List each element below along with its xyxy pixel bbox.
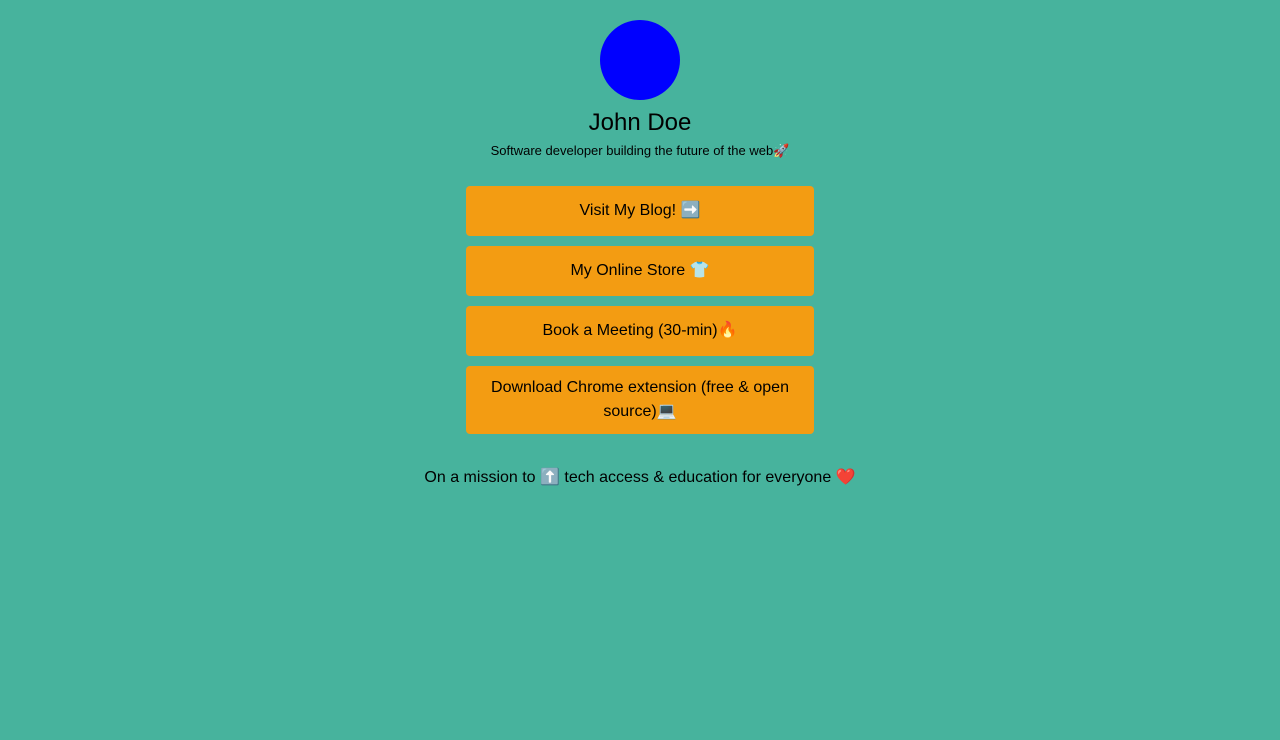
profile-name: John Doe — [588, 109, 692, 136]
avatar — [600, 20, 680, 100]
profile-header: John Doe Software developer building the… — [0, 20, 1280, 159]
link-list: Visit My Blog! ➡️ My Online Store 👕 Book… — [466, 186, 814, 444]
profile-bio: Software developer building the future o… — [490, 143, 790, 158]
mission-statement: On a mission to ⬆️ tech access & educati… — [424, 469, 856, 486]
blog-link-button[interactable]: Visit My Blog! ➡️ — [466, 186, 814, 236]
link-in-bio-page: John Doe Software developer building the… — [0, 0, 1280, 740]
book-meeting-link-button[interactable]: Book a Meeting (30-min)🔥 — [466, 306, 814, 356]
chrome-extension-link-button[interactable]: Download Chrome extension (free & open s… — [466, 366, 814, 434]
online-store-link-button[interactable]: My Online Store 👕 — [466, 246, 814, 296]
